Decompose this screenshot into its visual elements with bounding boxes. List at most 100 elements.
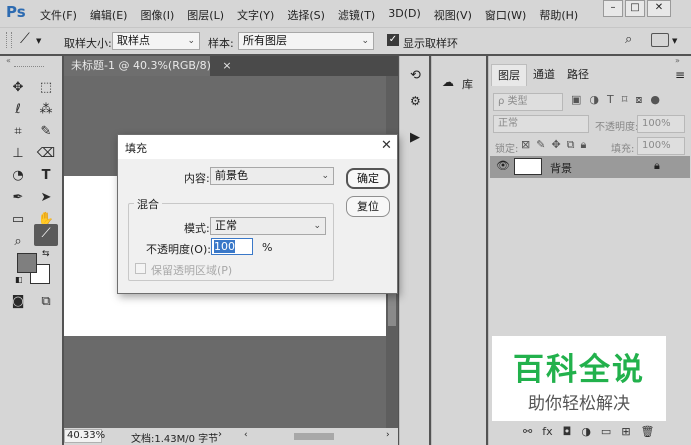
zoom-tool-icon[interactable]: ⌕ (8, 232, 28, 252)
collapse-icon[interactable]: « (6, 56, 11, 65)
library-label[interactable]: 库 (462, 76, 473, 92)
options-grip (6, 32, 12, 48)
adjustment-filter-icon[interactable]: ◑ (589, 93, 599, 107)
chevron-right-icon[interactable]: › (386, 430, 390, 440)
menu-filter[interactable]: 滤镜(T) (338, 7, 375, 23)
fill-field[interactable]: 100% (637, 137, 685, 155)
menu-type[interactable]: 文字(Y) (237, 7, 274, 23)
chevron-left-icon[interactable]: ‹ (244, 430, 248, 440)
filter-toggle-icon[interactable]: ● (650, 93, 660, 107)
foreground-color-swatch-top[interactable] (17, 253, 37, 273)
close-icon[interactable]: × (222, 59, 231, 72)
chevron-down-icon: ⌄ (187, 36, 195, 46)
swap-colors-icon[interactable]: ⇆ (42, 249, 50, 259)
search-icon[interactable]: ⌕ (625, 32, 632, 47)
chevron-down-icon: ⌄ (321, 171, 329, 181)
lock-pixels-icon[interactable]: ⊠ (521, 138, 530, 152)
show-ring-checkbox[interactable]: ✓ (387, 34, 399, 46)
tab-paths[interactable]: 路径 (561, 64, 595, 86)
menu-image[interactable]: 图像(I) (140, 7, 174, 23)
menu-view[interactable]: 视图(V) (434, 7, 472, 23)
screen-mode-icon[interactable]: ⧉ (36, 292, 56, 312)
menu-help[interactable]: 帮助(H) (539, 7, 578, 23)
minimize-button[interactable]: – (603, 0, 623, 17)
horizontal-scroll-thumb[interactable] (294, 433, 334, 440)
panel-menu-icon[interactable]: ≡ (675, 68, 685, 82)
image-filter-icon[interactable]: ▣ (571, 93, 581, 107)
adjustment-icon[interactable]: ◑ (581, 425, 591, 438)
eyedropper-tool-icon[interactable]: ⟋ (34, 224, 58, 246)
history-icon[interactable]: ⟲ (410, 68, 421, 83)
close-window-button[interactable]: ✕ (647, 0, 671, 17)
crop-tool-icon[interactable]: ⌗ (8, 122, 28, 142)
move-tool-icon[interactable]: ✥ (8, 78, 28, 98)
content-select[interactable]: 前景色 ⌄ (210, 167, 334, 185)
opacity-input[interactable]: 100 (211, 238, 253, 255)
preserve-transparency-checkbox[interactable] (135, 263, 146, 274)
link-icon[interactable]: ⚯ (523, 425, 532, 438)
eraser-tool-icon[interactable]: ⌫ (36, 144, 56, 164)
watermark-subtitle: 助你轻松解决 (528, 394, 630, 414)
type-filter-icon[interactable]: T (607, 93, 614, 107)
layer-row[interactable]: 👁︎ 背景 🔒︎ (490, 156, 690, 178)
workspace-icon[interactable] (651, 33, 669, 47)
stamp-tool-icon[interactable]: ⊥ (8, 144, 28, 164)
lock-all-icon[interactable]: 🔒︎ (581, 138, 587, 152)
reset-button[interactable]: 复位 (346, 196, 390, 217)
menu-3d[interactable]: 3D(D) (388, 7, 421, 23)
lock-artboard-icon[interactable]: ⧉ (567, 138, 575, 152)
lock-icon: 🔒︎ (654, 159, 660, 172)
pen-tool-icon[interactable]: ✒ (8, 188, 28, 208)
new-layer-icon[interactable]: ⊞ (621, 425, 630, 438)
mask-icon[interactable]: ◘ (563, 425, 572, 438)
mode-select[interactable]: 正常 ⌄ (210, 217, 326, 235)
magic-wand-tool-icon[interactable]: ⁂ (36, 100, 56, 120)
play-icon[interactable]: ▶ (410, 130, 420, 145)
sample-select[interactable]: 所有图层 ⌄ (238, 32, 374, 50)
chevron-down-icon[interactable]: ▼ (36, 37, 41, 45)
ok-button[interactable]: 确定 (346, 168, 390, 189)
menu-edit[interactable]: 编辑(E) (90, 7, 128, 23)
document-tab[interactable]: 未标题-1 @ 40.3%(RGB/8) × (64, 56, 232, 76)
dialog-title-bar[interactable]: 填充 ✕ (118, 135, 397, 159)
tab-channels[interactable]: 通道 (527, 64, 561, 86)
chevron-down-icon[interactable]: ▼ (672, 37, 677, 45)
brush-tool-icon[interactable]: ✎ (36, 122, 56, 142)
quick-mask-icon[interactable]: ◙ (8, 292, 28, 312)
shape-filter-icon[interactable]: ⌑ (622, 93, 628, 107)
sample-size-select[interactable]: 取样点 ⌄ (112, 32, 200, 50)
default-colors-icon[interactable]: ◧ (15, 275, 23, 284)
smart-filter-icon[interactable]: ⧇ (635, 93, 642, 107)
layer-filter-select[interactable]: ρ 类型 (493, 93, 563, 111)
dialog-title: 填充 (125, 142, 147, 155)
lock-position-icon[interactable]: ✥ (551, 138, 560, 152)
layer-name[interactable]: 背景 (550, 160, 572, 176)
opacity-field[interactable]: 100% (637, 115, 685, 133)
mode-label: 模式: (184, 222, 210, 235)
folder-icon[interactable]: ▭ (601, 425, 611, 438)
collapse-icon[interactable]: » (675, 56, 680, 65)
path-select-tool-icon[interactable]: ➤ (36, 188, 56, 208)
trash-icon[interactable]: 🗑︎ (641, 425, 655, 438)
blend-mode-select[interactable]: 正常 (493, 115, 589, 133)
tab-layers[interactable]: 图层 (491, 64, 527, 86)
close-icon[interactable]: ✕ (381, 138, 392, 153)
type-tool-icon[interactable]: T (36, 166, 56, 186)
lasso-tool-icon[interactable]: ℓ (8, 100, 28, 120)
menu-select[interactable]: 选择(S) (287, 7, 325, 23)
properties-icon[interactable]: ⚙ (410, 94, 421, 108)
menu-window[interactable]: 窗口(W) (485, 7, 526, 23)
menu-layer[interactable]: 图层(L) (187, 7, 224, 23)
eyedropper-preset-icon[interactable]: ⟋ (20, 31, 30, 47)
maximize-button[interactable]: □ (625, 0, 645, 17)
marquee-tool-icon[interactable]: ⬚ (36, 78, 56, 98)
menu-file[interactable]: 文件(F) (40, 7, 77, 23)
zoom-field[interactable]: 40.33% (64, 429, 105, 443)
chevron-down-icon: ⌄ (313, 221, 321, 231)
eye-icon[interactable]: 👁︎ (496, 159, 510, 172)
lock-paint-icon[interactable]: ✎ (536, 138, 545, 152)
chevron-right-icon[interactable]: › (218, 429, 222, 440)
rectangle-tool-icon[interactable]: ▭ (8, 210, 28, 230)
dodge-tool-icon[interactable]: ◔ (8, 166, 28, 186)
fx-icon[interactable]: fx (542, 425, 552, 438)
